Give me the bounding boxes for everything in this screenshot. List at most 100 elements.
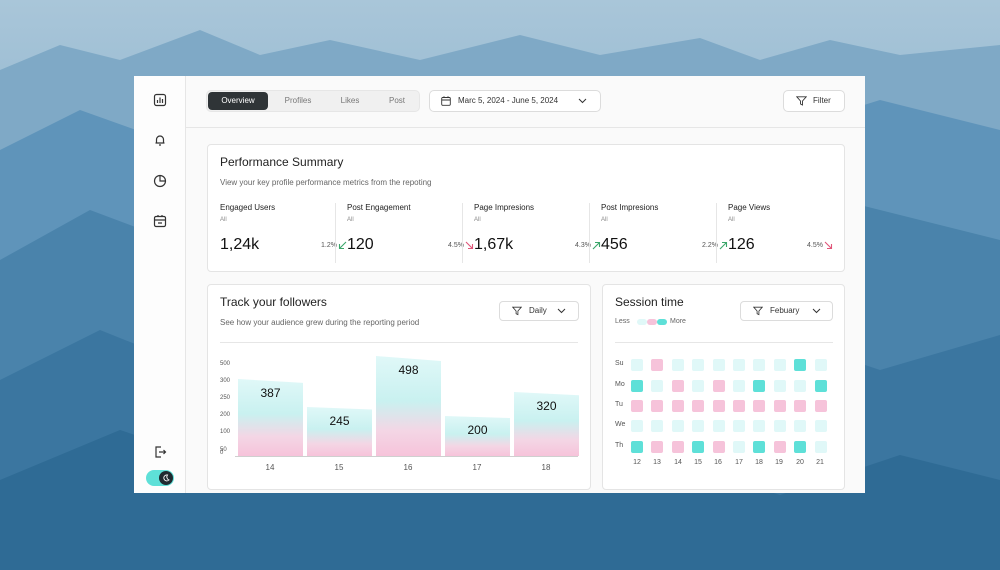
date-range-picker[interactable]: Marc 5, 2024 - June 5, 2024 (429, 90, 601, 112)
tab-profiles[interactable]: Profiles (273, 92, 323, 110)
heatmap-cell[interactable] (814, 359, 827, 371)
heatmap-cell[interactable] (651, 359, 664, 371)
heatmap-cell[interactable] (651, 380, 664, 392)
bar-chart-icon[interactable] (153, 93, 167, 107)
x-label: 17 (735, 459, 743, 466)
heatmap-cell[interactable] (671, 359, 684, 371)
dark-mode-toggle[interactable] (146, 470, 174, 486)
period-label: Daily (529, 306, 547, 315)
day-label: Th (615, 442, 624, 449)
day-label: Su (615, 360, 624, 367)
heatmap-cell[interactable] (671, 400, 684, 412)
metric-value: 1,24k (220, 236, 260, 253)
heatmap-cell[interactable] (712, 359, 725, 371)
y-tick: 500 (220, 361, 231, 367)
tab-overview[interactable]: Overview (208, 92, 268, 110)
x-tick-label: 14 (265, 463, 275, 472)
bar-value-label: 200 (467, 423, 488, 437)
period-dropdown[interactable]: Daily (499, 301, 579, 321)
heatmap-cell[interactable] (773, 380, 786, 392)
arrow-up-right-icon (592, 241, 601, 250)
x-label: 19 (775, 459, 783, 466)
divider (589, 203, 590, 263)
heatmap-cell[interactable] (794, 441, 807, 453)
heatmap-cell[interactable] (733, 420, 745, 432)
heatmap-cell[interactable] (631, 359, 643, 371)
metric-label: Page Views (728, 203, 771, 212)
heatmap-cell[interactable] (651, 420, 664, 432)
heatmap-cell[interactable] (753, 380, 766, 392)
heatmap-cell[interactable] (733, 380, 745, 392)
heatmap-cell[interactable] (733, 441, 745, 453)
x-label: 12 (633, 459, 641, 466)
heatmap-cell[interactable] (631, 380, 643, 392)
tab-post[interactable]: Post (375, 92, 419, 110)
heatmap-cell[interactable] (814, 380, 827, 392)
heatmap-cell[interactable] (814, 441, 827, 453)
heatmap-cell[interactable] (733, 359, 745, 371)
x-label: 20 (796, 459, 804, 466)
heatmap-cell[interactable] (773, 400, 786, 412)
heatmap-cell[interactable] (692, 400, 705, 412)
filter-button[interactable]: Filter (783, 90, 845, 112)
x-label: 15 (694, 459, 702, 466)
pie-chart-icon[interactable] (153, 174, 167, 188)
heatmap-cell[interactable] (692, 420, 705, 432)
heatmap-cell[interactable] (692, 359, 705, 371)
heatmap-cell[interactable] (692, 441, 705, 453)
heatmap-cell[interactable] (712, 441, 725, 453)
chevron-down-icon (578, 98, 587, 104)
heatmap-cell[interactable] (794, 380, 807, 392)
x-axis-line (235, 456, 578, 457)
heatmap-cell[interactable] (712, 400, 725, 412)
logout-icon[interactable] (153, 445, 167, 459)
metric-label: Engaged Users (220, 203, 276, 212)
heatmap-cell[interactable] (814, 420, 827, 432)
metric-scope: All (220, 217, 227, 223)
heatmap-cell[interactable] (631, 441, 643, 453)
tab-likes[interactable]: Likes (327, 92, 373, 110)
divider (615, 342, 833, 343)
divider (462, 203, 463, 263)
heatmap-cell[interactable] (692, 380, 705, 392)
moon-icon (159, 471, 173, 485)
heatmap-cell[interactable] (733, 400, 745, 412)
heatmap-cell[interactable] (753, 400, 766, 412)
heatmap-cell[interactable] (671, 420, 684, 432)
performance-summary-card: Performance Summary View your key profil… (207, 144, 845, 272)
heatmap-cell[interactable] (671, 380, 684, 392)
metric-post-engagement: Post Engagement All 120 4.5% (347, 203, 474, 267)
heatmap-cell[interactable] (814, 400, 827, 412)
metric-label: Post Impresions (601, 203, 659, 212)
heatmap-cell[interactable] (753, 420, 766, 432)
heatmap-cell[interactable] (712, 420, 725, 432)
filter-icon (796, 96, 807, 106)
heatmap-cell[interactable] (773, 359, 786, 371)
heatmap-cell[interactable] (753, 441, 766, 453)
card-title: Track your followers (220, 295, 327, 309)
heatmap-cell[interactable] (753, 359, 766, 371)
topbar: Overview Profiles Likes Post Marc 5, 202… (186, 76, 865, 128)
heatmap-cell[interactable] (773, 441, 786, 453)
heatmap-cell[interactable] (794, 400, 807, 412)
heatmap-cell[interactable] (794, 420, 807, 432)
metric-scope: All (474, 217, 481, 223)
arrow-down-left-icon (338, 241, 347, 250)
y-tick: 100 (220, 429, 231, 435)
calendar-icon[interactable] (153, 214, 167, 228)
heatmap-cell[interactable] (794, 359, 807, 371)
legend-more: More (670, 318, 686, 325)
metric-value: 456 (601, 236, 628, 253)
bell-icon[interactable] (153, 133, 167, 147)
heatmap-cell[interactable] (712, 380, 725, 392)
month-dropdown[interactable]: Febuary (740, 301, 833, 321)
heatmap-cell[interactable] (773, 420, 786, 432)
heatmap-cell[interactable] (631, 400, 643, 412)
heatmap-cell[interactable] (651, 441, 664, 453)
heatmap-cell[interactable] (671, 441, 684, 453)
heatmap-cell[interactable] (651, 400, 664, 412)
y-tick: 250 (220, 395, 231, 401)
x-tick-label: 16 (403, 463, 413, 472)
month-label: Febuary (770, 306, 800, 315)
heatmap-cell[interactable] (631, 420, 643, 432)
